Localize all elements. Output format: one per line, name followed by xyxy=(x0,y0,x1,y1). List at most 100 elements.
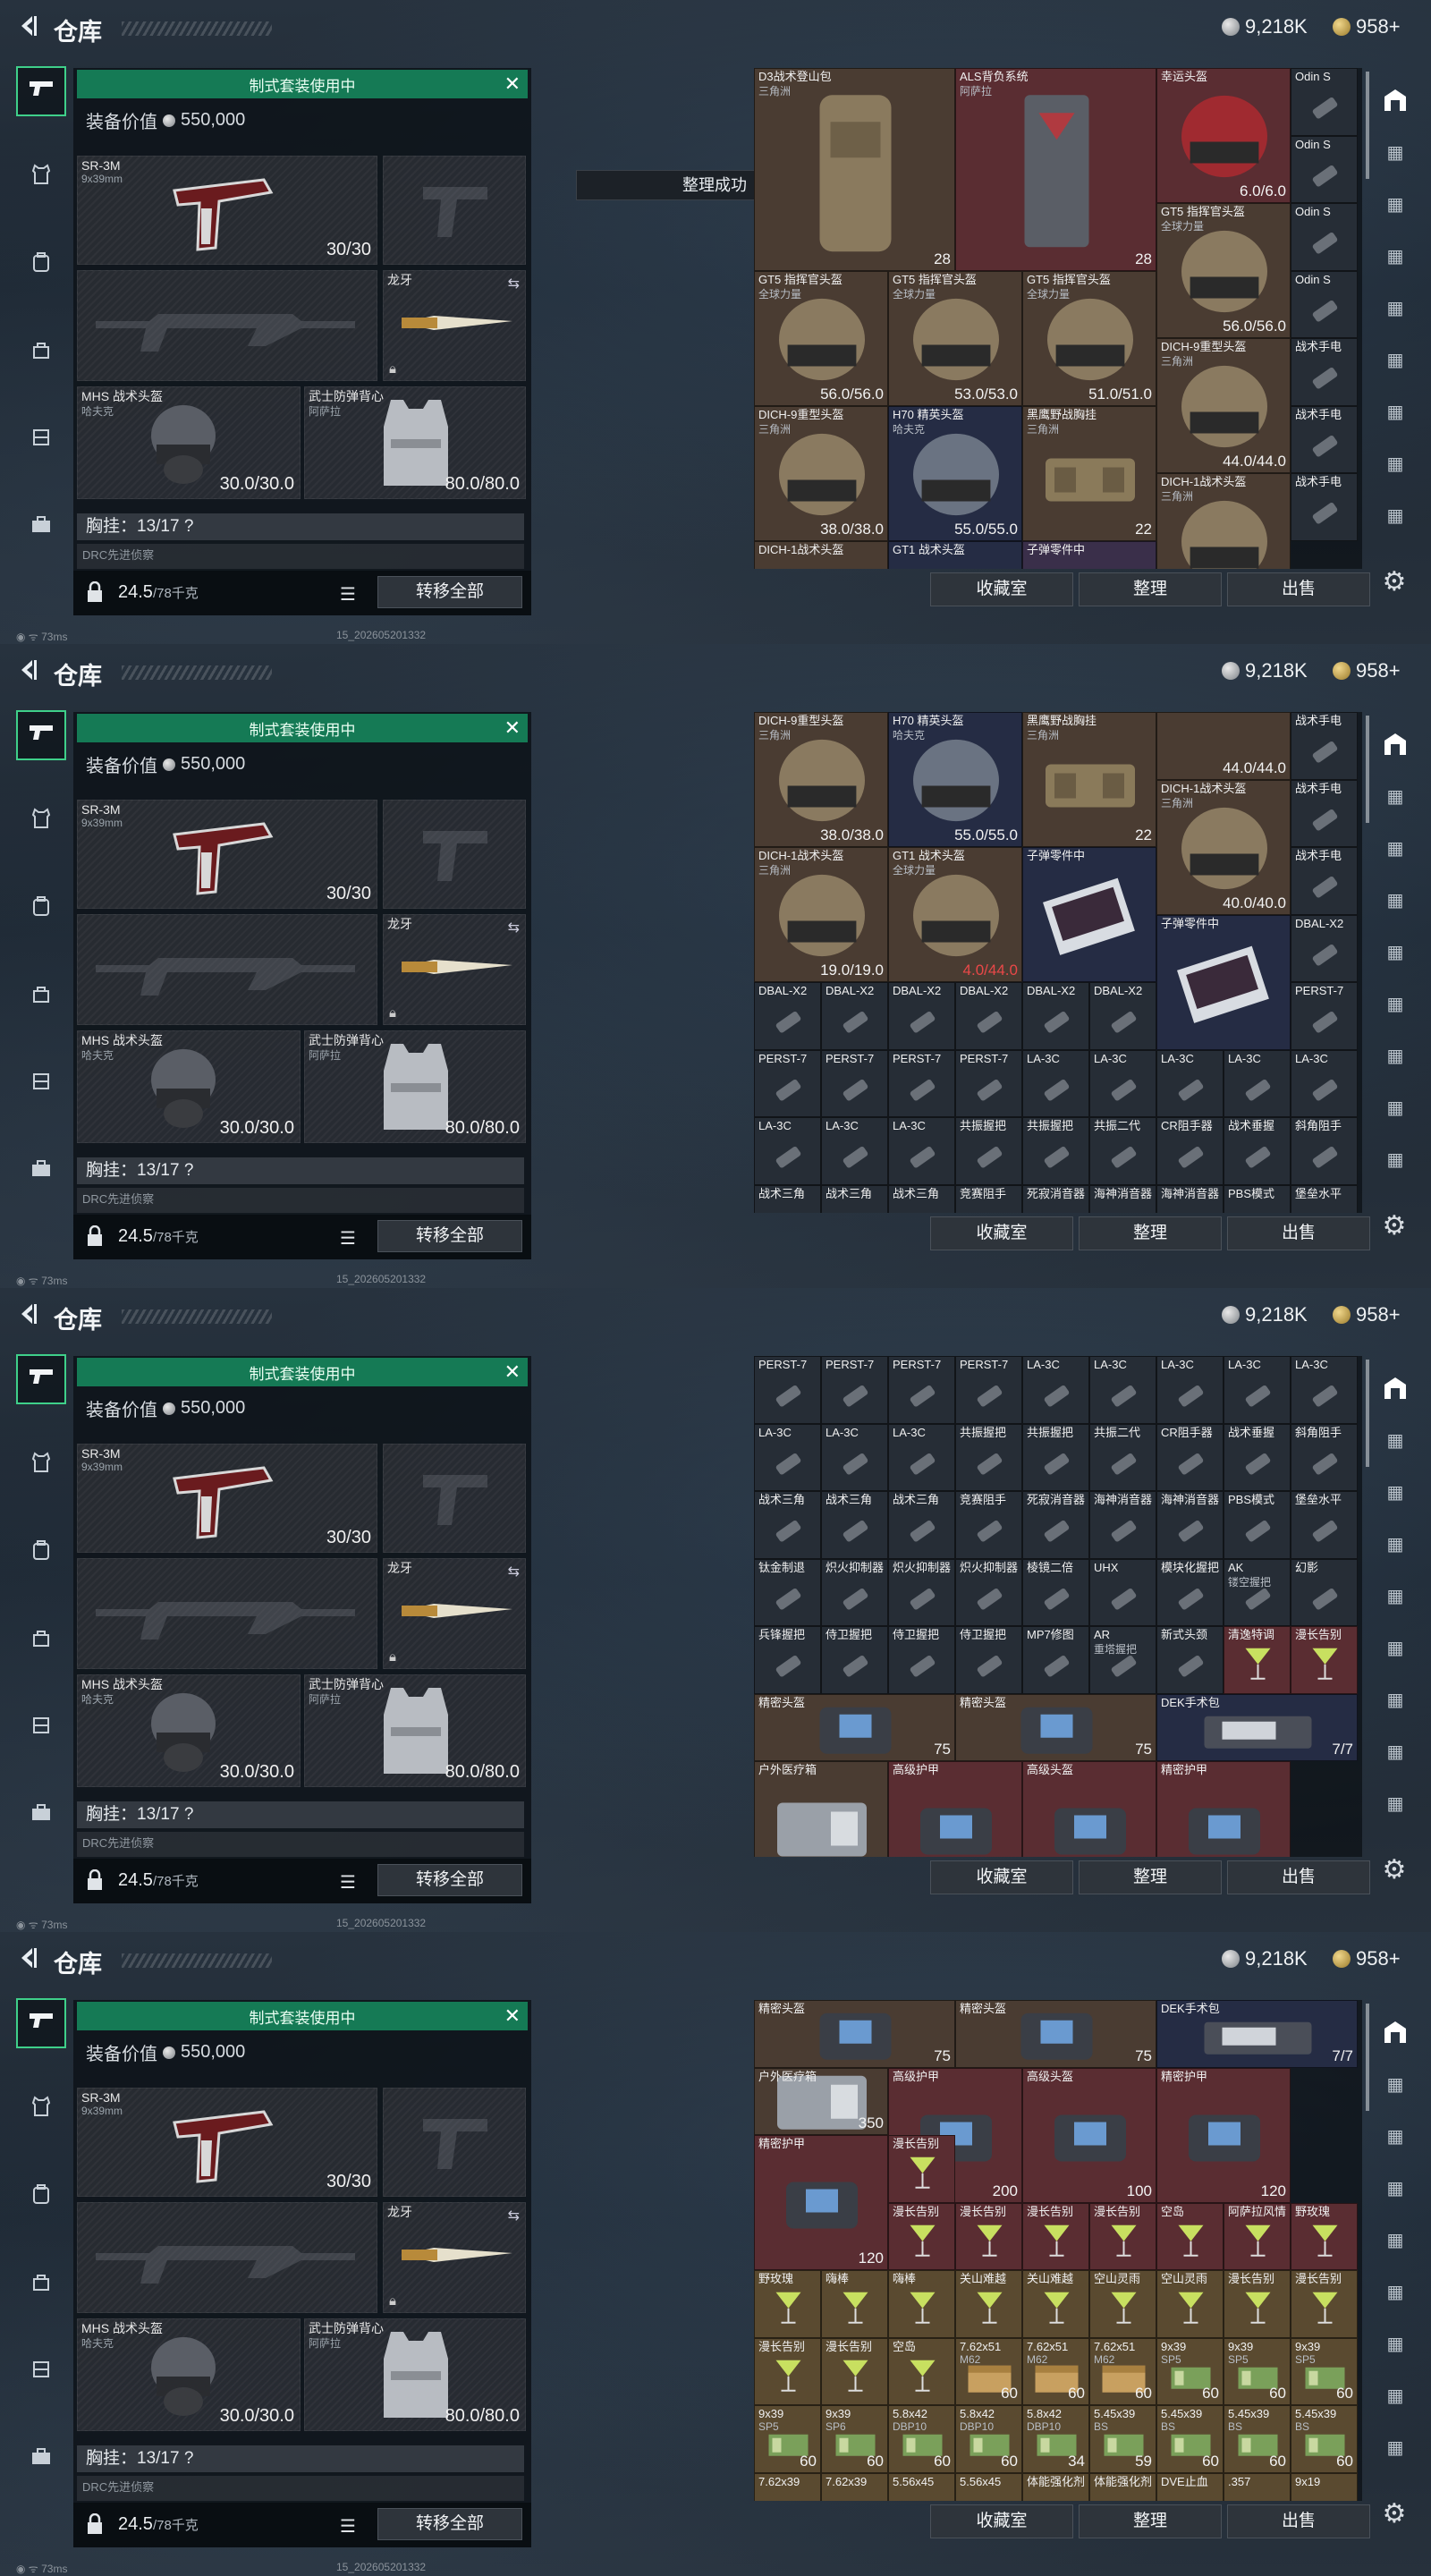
warehouse-icon[interactable] xyxy=(1376,1368,1415,1408)
stash-item[interactable]: 战术手电 xyxy=(1291,779,1358,847)
tab-armor[interactable] xyxy=(16,796,66,846)
sort-button[interactable]: 整理 xyxy=(1079,1216,1222,1250)
stash-item[interactable]: 精密头盔 75 xyxy=(955,1693,1156,1761)
stash-item[interactable]: H70 精英头盔 哈夫克 55.0/55.0 xyxy=(888,712,1022,847)
stash-item[interactable]: 5.8x42 DBP10 60 xyxy=(888,2405,955,2473)
collection-room-button[interactable]: 收藏室 xyxy=(930,1860,1073,1894)
lock-icon[interactable] xyxy=(86,2513,104,2535)
stash-item[interactable]: 战术垂握 xyxy=(1224,1117,1291,1185)
stash-item[interactable]: 战术三角 xyxy=(754,1184,821,1213)
stash-item[interactable]: DBAL-X2 xyxy=(955,982,1022,1050)
tab-weapon[interactable] xyxy=(16,710,66,760)
stash-item[interactable]: UHX xyxy=(1089,1558,1156,1626)
helmet-slot[interactable]: MHS 战术头盔 哈夫克 30.0/30.0 xyxy=(77,386,301,499)
stash-item[interactable]: LA-3C xyxy=(821,1423,888,1491)
sort-button[interactable]: 整理 xyxy=(1079,1860,1222,1894)
stash-item[interactable]: 共振握把 xyxy=(1022,1423,1089,1491)
sort-button[interactable]: 整理 xyxy=(1079,572,1222,606)
tab-backpack[interactable] xyxy=(16,2172,66,2222)
sell-button[interactable]: 出售 xyxy=(1227,572,1370,606)
stash-scrollbar[interactable] xyxy=(1366,1360,1369,1467)
stash-item[interactable]: 5.8x42 DBP10 60 xyxy=(955,2405,1022,2473)
stash-item[interactable]: 漫长告别 xyxy=(888,2202,955,2270)
stash-item[interactable]: 高级护甲 xyxy=(888,1761,1022,1857)
stash-grid[interactable]: PERST-7 PERST-7 PERST-7 PERST-7 LA-3C LA-3C LA… xyxy=(754,1356,1362,1857)
stash-page-9-icon[interactable]: ▦ xyxy=(1376,1784,1415,1823)
stash-item[interactable]: 漫长告别 xyxy=(1224,2270,1291,2338)
melee-slot[interactable]: 龙牙 ⇆ 🔒︎ xyxy=(383,270,526,381)
stash-item[interactable]: 战术三角 xyxy=(888,1491,955,1559)
stash-page-9-icon[interactable]: ▦ xyxy=(1376,496,1415,535)
stash-page-2-icon[interactable]: ▦ xyxy=(1376,2064,1415,2104)
stash-item[interactable]: 5.45x39 BS 60 xyxy=(1291,2405,1358,2473)
stash-item[interactable]: 侍卫握把 xyxy=(955,1626,1022,1694)
stash-item[interactable]: LA-3C xyxy=(1291,1049,1358,1117)
tab-case[interactable] xyxy=(16,503,66,553)
stash-item[interactable]: 高级头盔 xyxy=(1022,1761,1156,1857)
stash-item[interactable]: 精密头盔 75 xyxy=(754,2000,955,2068)
stash-item[interactable]: 5.45x39 BS 60 xyxy=(1224,2405,1291,2473)
gear-icon[interactable]: ⚙ xyxy=(1379,567,1410,597)
stash-item[interactable]: 兵锋握把 xyxy=(754,1626,821,1694)
stash-item[interactable]: 高级头盔 100 xyxy=(1022,2067,1156,2203)
stash-item[interactable]: 野玫瑰 xyxy=(754,2270,821,2338)
chest-rig-row[interactable]: 胸挂：13/17 ? xyxy=(77,2445,524,2472)
tab-backpack[interactable] xyxy=(16,884,66,934)
stash-item[interactable]: PERST-7 xyxy=(821,1356,888,1424)
armor-slot[interactable]: 武士防弹背心 阿萨拉 80.0/80.0 xyxy=(304,1030,526,1143)
stash-page-6-icon[interactable]: ▦ xyxy=(1376,2272,1415,2311)
stash-item[interactable]: 漫长告别 xyxy=(888,2135,955,2203)
list-icon[interactable]: ☰ xyxy=(340,1227,363,1249)
tab-container[interactable] xyxy=(16,1059,66,1109)
gold-currency[interactable]: 958+ xyxy=(1333,15,1401,38)
stash-item[interactable]: 5.45x39 BS 59 xyxy=(1089,2405,1156,2473)
stash-item[interactable]: 精密护甲 120 xyxy=(1156,2067,1291,2203)
stash-item[interactable]: H70 精英头盔 哈夫克 55.0/55.0 xyxy=(888,405,1022,541)
stash-item[interactable]: 7.62x39 xyxy=(754,2472,821,2501)
close-icon[interactable]: ✕ xyxy=(504,72,521,96)
stash-item[interactable]: 精密头盔 75 xyxy=(754,1693,955,1761)
stash-item[interactable]: 5.8x42 DBP10 34 xyxy=(1022,2405,1089,2473)
stash-item[interactable]: LA-3C xyxy=(1156,1049,1224,1117)
tab-backpack[interactable] xyxy=(16,240,66,290)
primary-weapon-slot[interactable]: SR-3M 9x39mm 30/30 xyxy=(77,1444,377,1553)
chest-rig-row[interactable]: 胸挂：13/17 ? xyxy=(77,513,524,540)
rifle-slot-empty[interactable] xyxy=(77,270,377,381)
stash-item[interactable]: 精密头盔 75 xyxy=(955,2000,1156,2068)
stash-item[interactable]: PBS模式 xyxy=(1224,1184,1291,1213)
stash-page-4-icon[interactable]: ▦ xyxy=(1376,880,1415,919)
helmet-slot[interactable]: MHS 战术头盔 哈夫克 30.0/30.0 xyxy=(77,1030,301,1143)
tab-weapon[interactable] xyxy=(16,1354,66,1404)
rifle-slot-empty[interactable] xyxy=(77,1558,377,1669)
stash-item[interactable]: 9x39 SP5 60 xyxy=(1224,2337,1291,2405)
sell-button[interactable]: 出售 xyxy=(1227,2504,1370,2538)
stash-item[interactable]: GT5 指挥官头盔 全球力量 56.0/56.0 xyxy=(754,270,888,406)
stash-item[interactable]: 5.56x45 xyxy=(955,2472,1022,2501)
stash-item[interactable]: 钛金制退 xyxy=(754,1558,821,1626)
stash-page-5-icon[interactable]: ▦ xyxy=(1376,1576,1415,1615)
tab-case[interactable] xyxy=(16,1147,66,1197)
stash-item[interactable]: 嗨棒 xyxy=(888,2270,955,2338)
tab-armor[interactable] xyxy=(16,2084,66,2134)
stash-item[interactable]: 幸运头盔 6.0/6.0 xyxy=(1156,68,1291,203)
stash-item[interactable]: 斜角阻手 xyxy=(1291,1423,1358,1491)
back-arrow-icon[interactable] xyxy=(14,1945,41,1971)
stash-item[interactable]: 关山难越 xyxy=(1022,2270,1089,2338)
stash-page-9-icon[interactable]: ▦ xyxy=(1376,1140,1415,1179)
stash-page-4-icon[interactable]: ▦ xyxy=(1376,236,1415,275)
stash-page-3-icon[interactable]: ▦ xyxy=(1376,828,1415,868)
stash-item[interactable]: 战术三角 xyxy=(821,1491,888,1559)
warehouse-icon[interactable] xyxy=(1376,724,1415,764)
chest-rig-row[interactable]: 胸挂：13/17 ? xyxy=(77,1801,524,1828)
stash-item[interactable]: GT1 战术头盔 全球力量 4.0/44.0 xyxy=(888,847,1022,982)
stash-item[interactable]: 战术手电 xyxy=(1291,338,1358,406)
helmet-slot[interactable]: MHS 战术头盔 哈夫克 30.0/30.0 xyxy=(77,2318,301,2431)
stash-item[interactable]: 7.62x51 M62 60 xyxy=(1089,2337,1156,2405)
stash-item[interactable]: 新式头颈 xyxy=(1156,1626,1224,1694)
stash-item[interactable]: 共振二代 xyxy=(1089,1423,1156,1491)
stash-item[interactable]: 野玫瑰 xyxy=(1291,2202,1358,2270)
stash-item[interactable]: 漫长告别 xyxy=(955,2202,1022,2270)
stash-item[interactable]: PERST-7 xyxy=(888,1356,955,1424)
stash-item[interactable]: 竞赛阻手 xyxy=(955,1184,1022,1213)
rig-items-strip[interactable]: DRC先进侦察 xyxy=(77,1832,524,1857)
